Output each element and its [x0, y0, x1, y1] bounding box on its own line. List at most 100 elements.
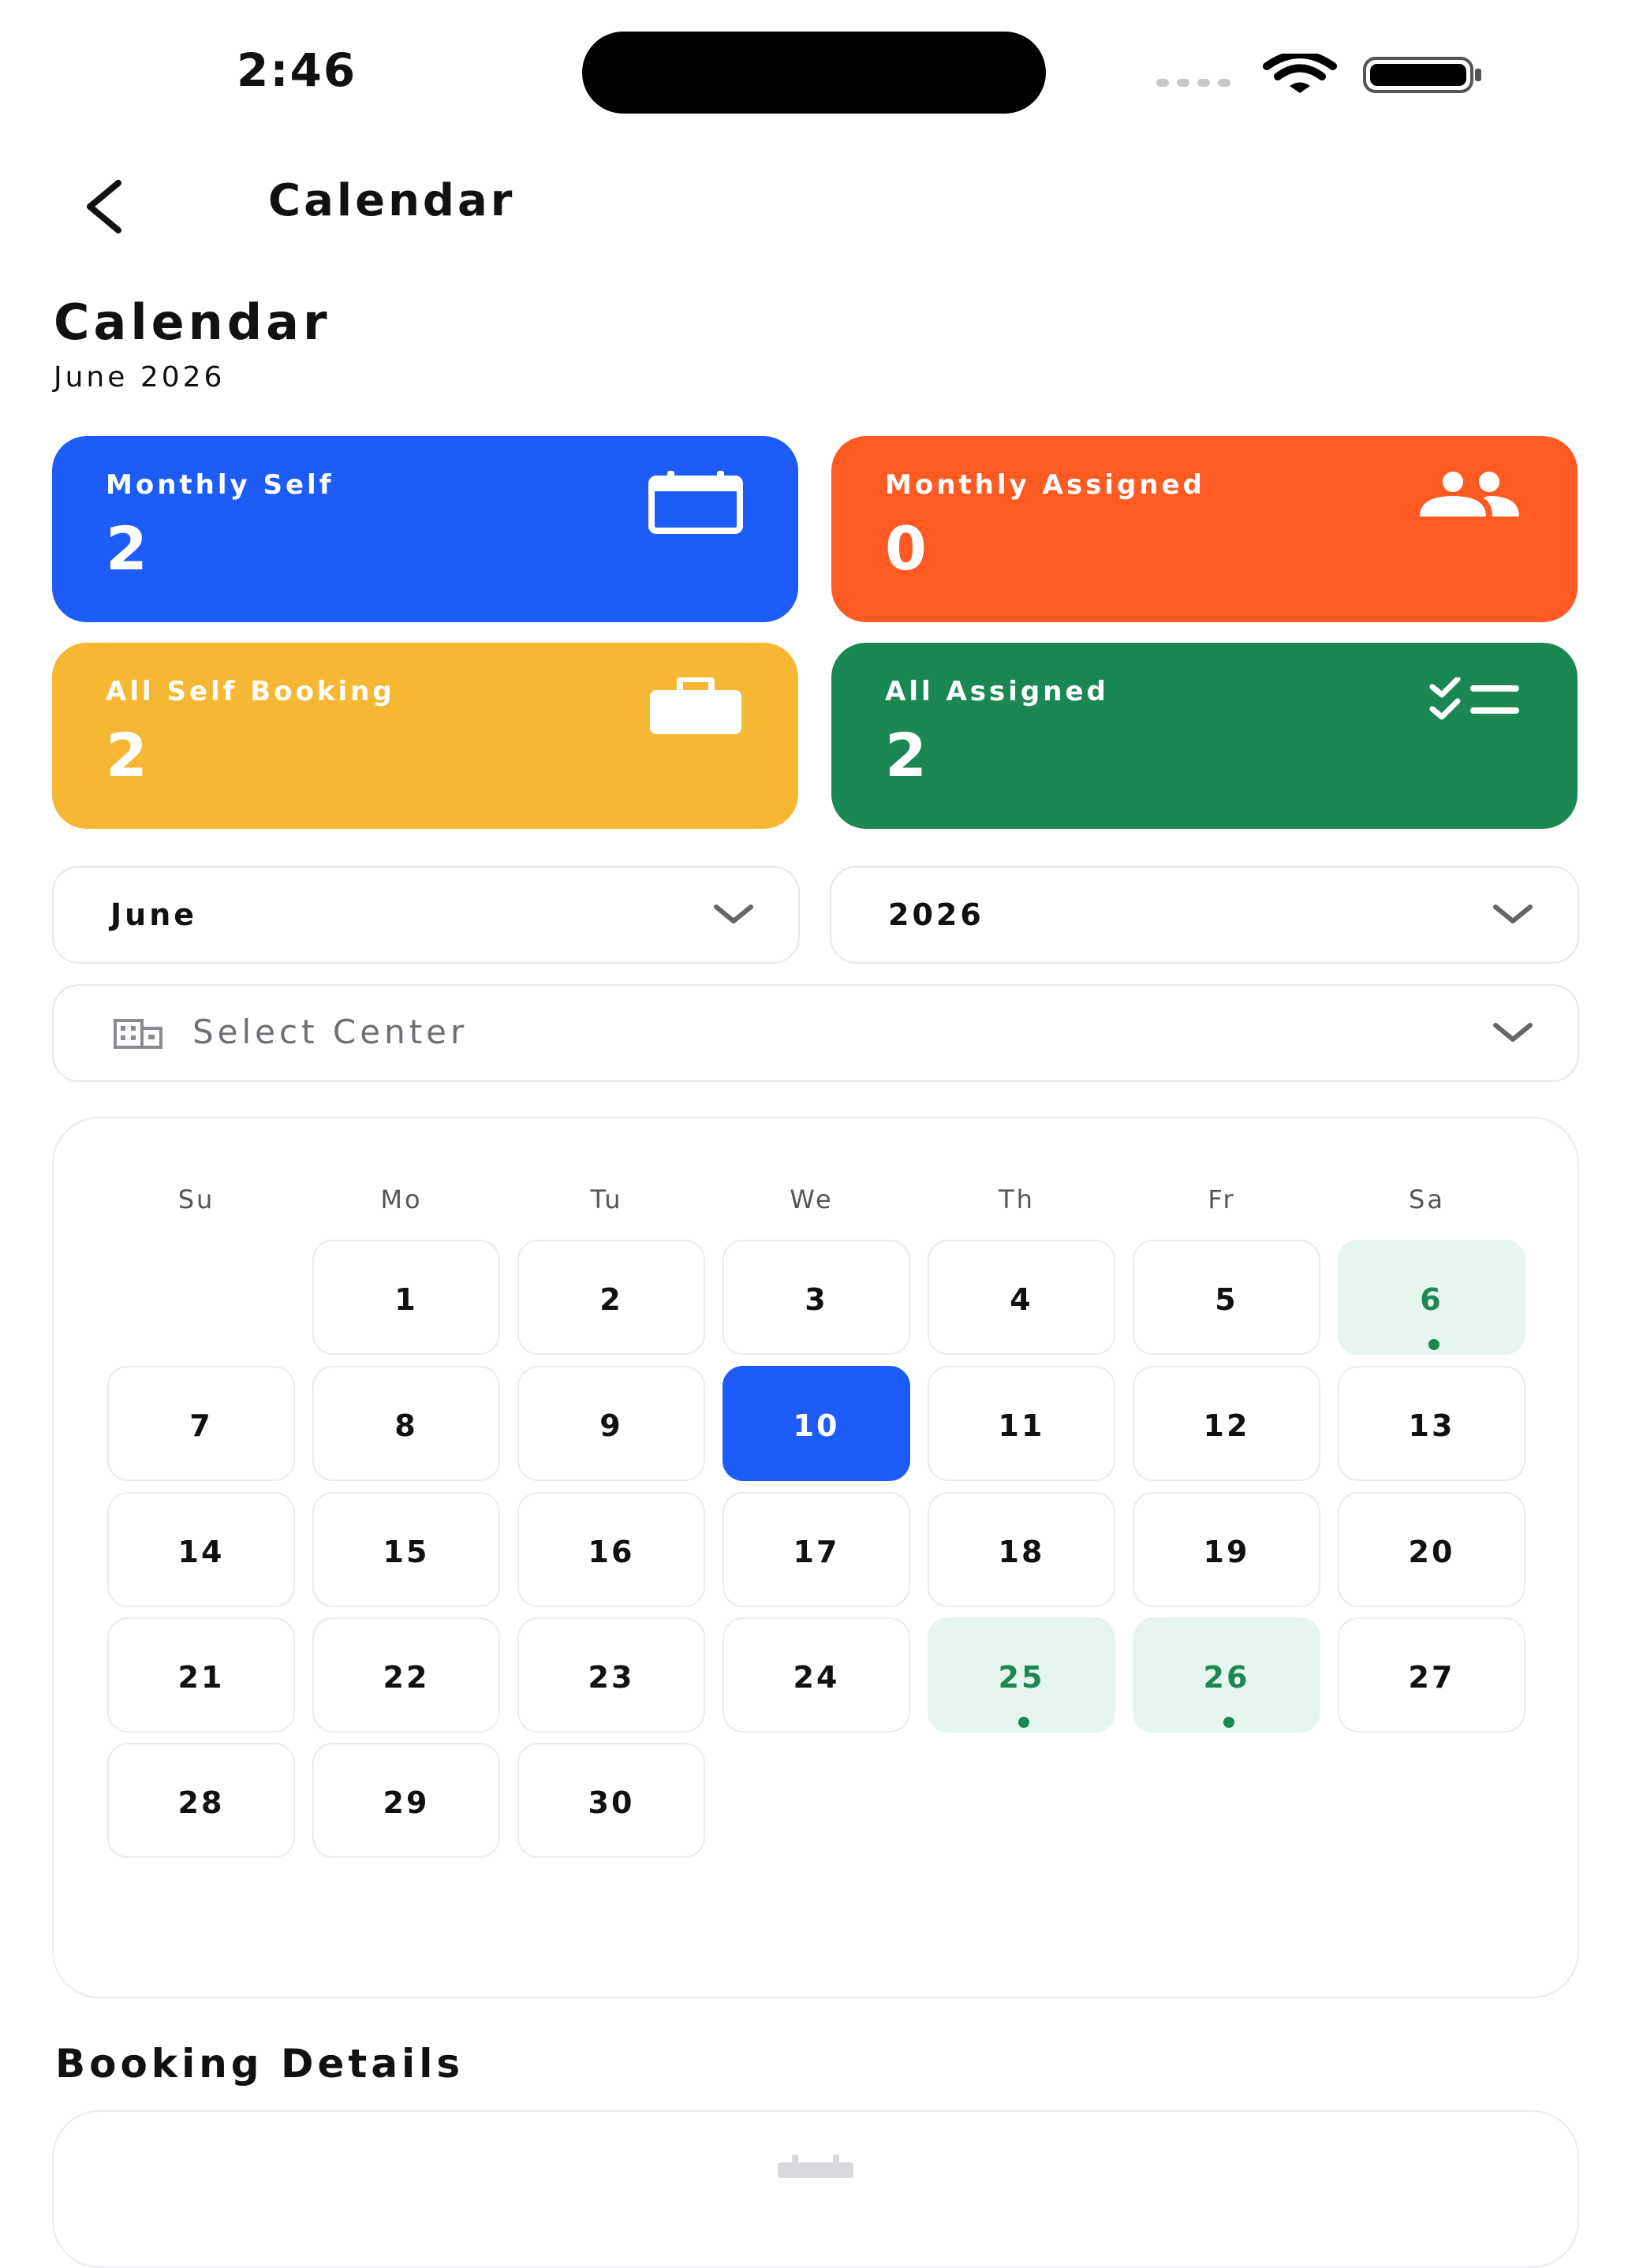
cellular-signal-icon [1156, 79, 1230, 87]
calendar-day-number: 14 [177, 1535, 225, 1569]
briefcase-icon [648, 676, 743, 739]
calendar-day-number: 16 [588, 1535, 635, 1569]
calendar-day-number: 19 [1203, 1535, 1250, 1569]
calendar-day[interactable]: 2 [517, 1240, 705, 1355]
calendar-day[interactable]: 16 [517, 1492, 705, 1607]
calendar-day-number: 23 [588, 1660, 635, 1695]
calendar-day-number: 22 [383, 1660, 430, 1695]
month-select-value: June [110, 897, 198, 932]
weekday-header: Mo [380, 1184, 423, 1214]
chevron-down-icon [1492, 902, 1533, 929]
chevron-down-icon [713, 902, 754, 929]
weekday-header: We [790, 1184, 834, 1214]
calendar-day[interactable]: 19 [1133, 1492, 1320, 1607]
stat-label: All Self Booking [106, 676, 395, 707]
calendar-day-number: 21 [177, 1660, 225, 1695]
status-time: 2:46 [237, 43, 357, 97]
calendar-day[interactable]: 25 [928, 1617, 1115, 1733]
calendar-day[interactable]: 10 [723, 1366, 910, 1481]
building-icon [114, 1017, 162, 1052]
calendar-day-number: 5 [1215, 1282, 1238, 1317]
event-indicator-dot [1428, 1339, 1439, 1350]
page-subtitle: June 2026 [54, 361, 226, 394]
calendar-day[interactable]: 3 [723, 1240, 910, 1355]
calendar-day-number: 15 [383, 1535, 430, 1569]
calendar-day[interactable]: 6 [1338, 1240, 1525, 1355]
calendar-day-number: 28 [177, 1785, 225, 1820]
calendar-day[interactable]: 11 [928, 1366, 1115, 1481]
calendar-icon [648, 471, 743, 537]
calendar-day-number: 7 [189, 1408, 213, 1443]
calendar-day-number: 29 [383, 1785, 430, 1820]
weekday-header: Th [999, 1184, 1035, 1214]
booking-details-card [52, 2110, 1579, 2268]
calendar-day[interactable]: 5 [1133, 1240, 1320, 1355]
calendar-day-number: 2 [599, 1282, 623, 1317]
calendar-day[interactable]: 30 [517, 1743, 705, 1858]
stat-value: 0 [885, 513, 930, 584]
stat-value: 2 [106, 513, 151, 584]
calendar-day-number: 25 [998, 1660, 1045, 1695]
stat-label: All Assigned [885, 676, 1109, 707]
calendar-day-number: 26 [1203, 1660, 1250, 1695]
back-button[interactable] [76, 175, 139, 238]
people-icon [1417, 471, 1522, 521]
calendar-day[interactable]: 23 [517, 1617, 705, 1733]
stat-card-monthly-assigned[interactable]: Monthly Assigned 0 [831, 436, 1578, 622]
stat-card-all-assigned[interactable]: All Assigned 2 [831, 643, 1578, 829]
calendar-day-number: 9 [599, 1408, 623, 1443]
booking-details-title: Booking Details [55, 2041, 465, 2087]
calendar-day-number: 18 [998, 1535, 1045, 1569]
calendar-day-number: 13 [1408, 1408, 1455, 1443]
chevron-left-icon [87, 180, 121, 233]
calendar-day[interactable]: 15 [312, 1492, 500, 1607]
calendar-day[interactable]: 9 [517, 1366, 705, 1481]
nav-title: Calendar [268, 175, 516, 226]
calendar-day-number: 4 [1010, 1282, 1033, 1317]
calendar-day[interactable]: 27 [1338, 1617, 1525, 1733]
stat-label: Monthly Self [106, 469, 334, 501]
calendar-day-number: 1 [394, 1282, 418, 1317]
calendar-day[interactable]: 7 [107, 1366, 295, 1481]
page-title: Calendar [54, 293, 331, 351]
calendar-day[interactable]: 28 [107, 1743, 295, 1858]
center-select[interactable]: Select Center [52, 984, 1579, 1082]
stat-card-monthly-self[interactable]: Monthly Self 2 [52, 436, 798, 622]
calendar-day[interactable]: 20 [1338, 1492, 1525, 1607]
calendar-day-number: 24 [793, 1660, 840, 1695]
calendar-day[interactable]: 29 [312, 1743, 500, 1858]
calendar-day[interactable]: 8 [312, 1366, 500, 1481]
calendar-day-number: 17 [793, 1535, 840, 1569]
calendar-day[interactable]: 21 [107, 1617, 295, 1733]
weekday-header: Fr [1208, 1184, 1236, 1214]
calendar-day[interactable]: 18 [928, 1492, 1115, 1607]
stat-value: 2 [885, 720, 930, 790]
calendar-day-number: 12 [1203, 1408, 1250, 1443]
weekday-header: Su [177, 1184, 215, 1214]
calendar-day[interactable]: 26 [1133, 1617, 1320, 1733]
calendar-day[interactable]: 4 [928, 1240, 1115, 1355]
calendar-day-number: 30 [588, 1785, 635, 1820]
weekday-header: Tu [590, 1184, 623, 1214]
center-select-placeholder: Select Center [192, 1013, 469, 1051]
calendar-day-number: 8 [394, 1408, 418, 1443]
month-select[interactable]: June [52, 866, 800, 964]
dynamic-island [582, 32, 1046, 114]
weekday-header: Sa [1409, 1184, 1445, 1214]
calendar-day[interactable]: 17 [723, 1492, 910, 1607]
calendar-day[interactable]: 1 [312, 1240, 500, 1355]
stat-card-all-self-booking[interactable]: All Self Booking 2 [52, 643, 798, 829]
calendar-day[interactable]: 13 [1338, 1366, 1525, 1481]
calendar-day-number: 10 [793, 1408, 840, 1443]
calendar-day-number: 20 [1408, 1535, 1455, 1569]
calendar-day-number: 3 [805, 1282, 828, 1317]
calendar-day-number: 27 [1408, 1660, 1455, 1695]
calendar-day[interactable]: 12 [1133, 1366, 1320, 1481]
year-select[interactable]: 2026 [830, 866, 1579, 964]
calendar-day[interactable]: 24 [723, 1617, 910, 1733]
checklist-icon [1429, 676, 1522, 726]
calendar-day[interactable]: 22 [312, 1617, 500, 1733]
calendar-day[interactable]: 14 [107, 1492, 295, 1607]
calendar-day-number: 6 [1420, 1282, 1443, 1317]
battery-icon [1363, 57, 1483, 96]
